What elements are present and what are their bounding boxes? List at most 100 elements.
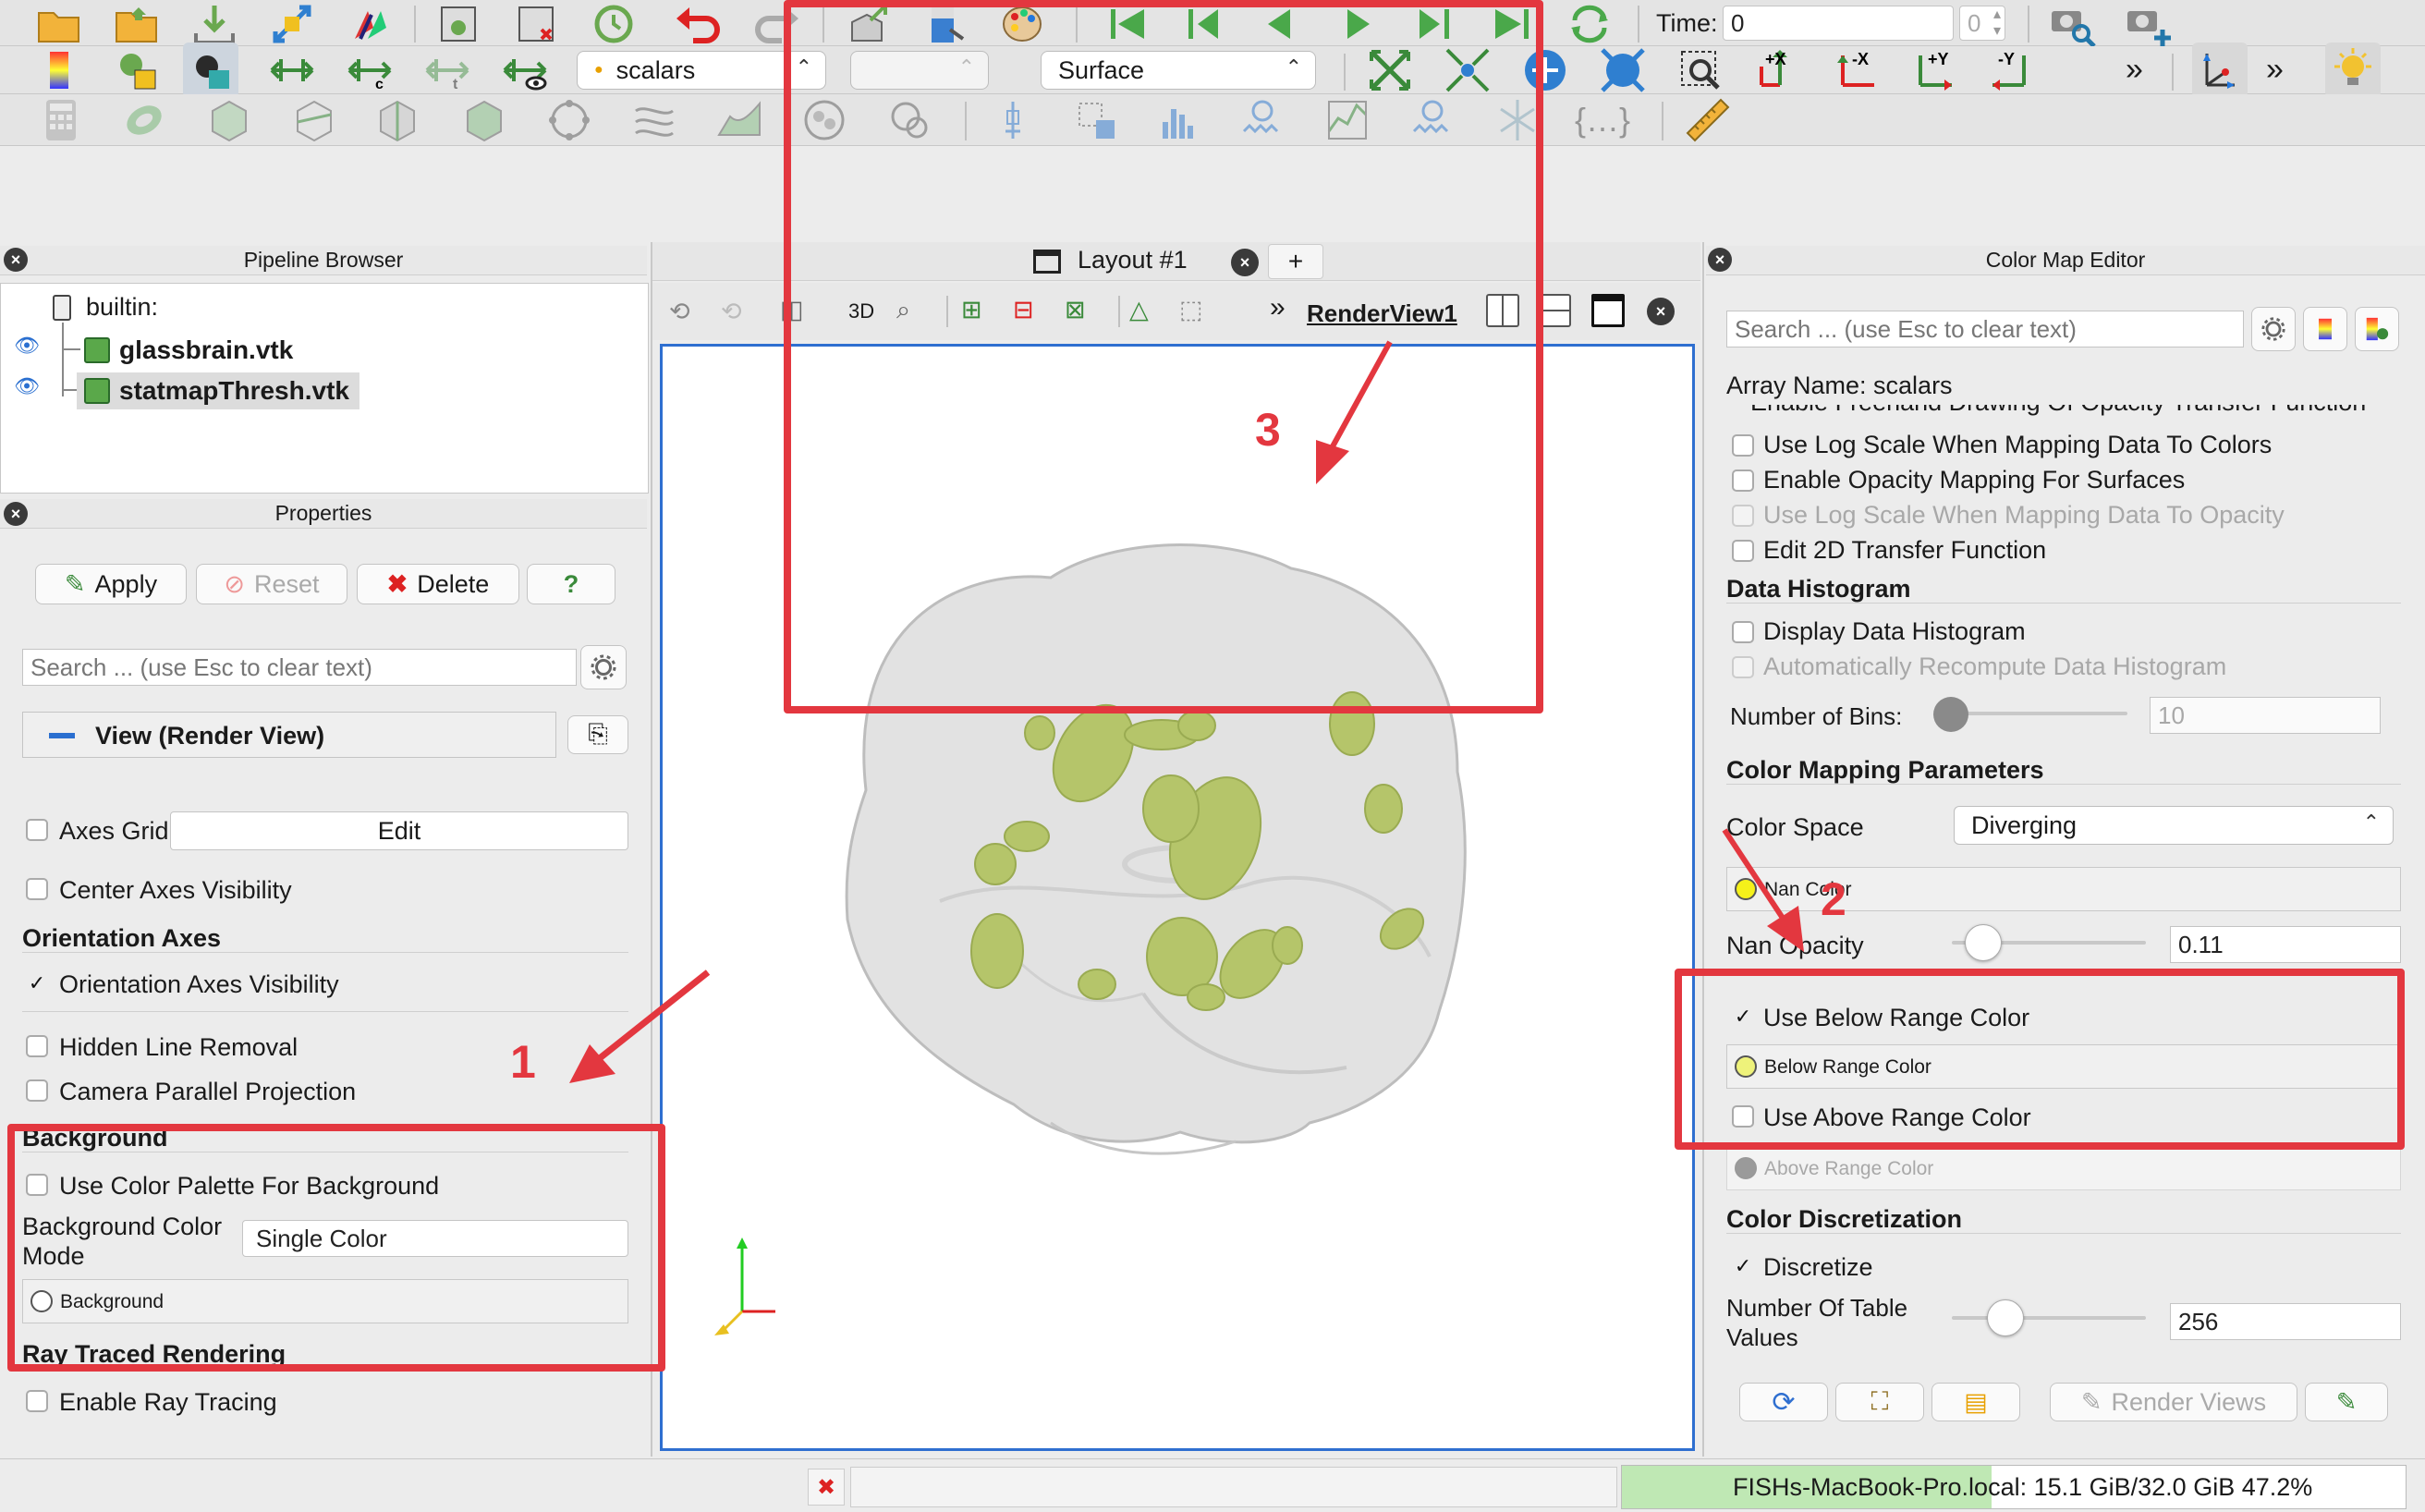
num-bins-slider-track[interactable]	[1952, 712, 2127, 715]
view-plus-y-button[interactable]: +Y	[1906, 43, 1961, 98]
view-minus-x-button[interactable]: -X	[1828, 43, 1883, 98]
close-icon[interactable]: ×	[4, 502, 28, 526]
discretize-checkbox[interactable]: ✓	[1732, 1255, 1754, 1277]
undo-icon[interactable]	[671, 0, 726, 52]
help-button[interactable]: ?	[527, 564, 615, 604]
axes-grid-edit-button[interactable]: Edit	[170, 811, 628, 850]
python-calculator-icon[interactable]: {…}	[1575, 92, 1630, 148]
log-scale-opacity-checkbox[interactable]	[1732, 505, 1754, 527]
copy-icon[interactable]: ⎘	[567, 715, 628, 754]
reset-icon: ⊘	[224, 569, 246, 598]
axes-grid-checkbox[interactable]	[26, 819, 48, 841]
center-axes-checkbox[interactable]	[26, 878, 48, 900]
camera-parallel-label: Camera Parallel Projection	[59, 1078, 357, 1105]
num-table-slider-track[interactable]	[1952, 1316, 2146, 1320]
slice-icon[interactable]	[286, 92, 342, 148]
num-bins-slider-knob[interactable]	[1933, 697, 1968, 732]
rescale-visible-range-icon[interactable]	[497, 43, 553, 98]
view-section-header[interactable]: View (Render View)	[22, 712, 556, 758]
light-kit-icon[interactable]	[2325, 43, 2381, 98]
cme-search-input[interactable]: Search ... (use Esc to clear text)	[1726, 311, 2244, 348]
close-icon[interactable]: ×	[1647, 298, 1675, 325]
delete-button[interactable]: ✖ Delete	[357, 564, 519, 604]
contour-icon[interactable]	[116, 92, 172, 148]
rescale-data-range-icon[interactable]	[264, 43, 320, 98]
hidden-line-checkbox[interactable]	[26, 1035, 48, 1057]
orientation-visibility-checkbox[interactable]: ✓	[26, 972, 48, 994]
reset-button[interactable]: ⊘ Reset	[196, 564, 347, 604]
edit-icon[interactable]: ✎	[2305, 1383, 2388, 1421]
calculator-icon[interactable]	[33, 92, 89, 148]
nan-opacity-input[interactable]: 0.11	[2170, 926, 2401, 963]
opacity-mapping-checkbox[interactable]	[1732, 469, 1754, 492]
add-camera-icon[interactable]	[2120, 0, 2175, 52]
choose-preset-icon[interactable]	[2355, 307, 2399, 351]
edit-2d-checkbox[interactable]	[1732, 540, 1754, 562]
zoom-to-box-icon[interactable]	[1673, 43, 1728, 98]
enable-ray-checkbox[interactable]	[26, 1390, 48, 1412]
reset-camera-icon[interactable]: ⟲	[669, 298, 690, 326]
glyph-icon[interactable]	[542, 92, 597, 148]
eye-visibility-icon[interactable]: 👁	[14, 334, 40, 358]
above-range-color-label: Above Range Color	[1764, 1158, 1934, 1179]
above-range-color-button[interactable]: Above Range Color	[1726, 1146, 2401, 1190]
eye-visibility-icon[interactable]: 👁	[14, 374, 40, 398]
overflow-chevron-icon[interactable]: »	[2126, 52, 2143, 88]
rotate-center-icon[interactable]	[1595, 43, 1651, 98]
annotation-label-1: 1	[510, 1036, 536, 1088]
gear-icon[interactable]	[2251, 307, 2296, 351]
stream-tracer-icon[interactable]	[627, 92, 682, 148]
display-histogram-checkbox[interactable]	[1732, 621, 1754, 643]
extract-subset-icon[interactable]	[457, 92, 512, 148]
nan-opacity-slider-knob[interactable]	[1965, 924, 2002, 961]
threshold-icon[interactable]	[370, 92, 425, 148]
apply-icon: ✎	[64, 569, 86, 598]
close-icon[interactable]: ×	[4, 248, 28, 272]
capture-icon[interactable]: ⟲	[721, 298, 742, 326]
ruler-icon[interactable]	[1680, 92, 1736, 148]
zoom-camera-icon[interactable]	[2044, 0, 2100, 52]
time-input[interactable]: 0	[1723, 6, 1954, 41]
camera-parallel-checkbox[interactable]	[26, 1079, 48, 1102]
apply-button[interactable]: ✎ Apply	[35, 564, 187, 604]
import-folder-icon[interactable]: ▤	[1931, 1383, 2020, 1421]
pipeline-root[interactable]: builtin:	[86, 293, 158, 322]
maximize-icon[interactable]	[1591, 294, 1625, 327]
tree-line	[62, 348, 80, 350]
num-table-values-input[interactable]: 256	[2170, 1303, 2401, 1340]
properties-title: Properties	[274, 501, 372, 525]
refresh-icon[interactable]: ⟳	[1739, 1383, 1828, 1421]
save-preset-icon[interactable]	[2303, 307, 2347, 351]
time-step-spinbox[interactable]: 0 ▴ ▾	[1959, 6, 2005, 41]
warp-by-vector-icon[interactable]	[712, 92, 767, 148]
num-bins-input[interactable]: 10	[2150, 697, 2381, 734]
overflow-chevron-icon-2[interactable]: »	[2266, 52, 2284, 88]
auto-recompute-checkbox[interactable]	[1732, 656, 1754, 678]
log-scale-colors-checkbox[interactable]	[1732, 434, 1754, 457]
pipeline-item-glassbrain[interactable]: glassbrain.vtk	[119, 335, 293, 365]
splitter[interactable]	[1702, 242, 1704, 1457]
toolbar-separator	[2172, 54, 2174, 91]
clear-status-icon[interactable]: ✖	[808, 1469, 845, 1506]
memory-indicator[interactable]: FISHs-MacBook-Pro.local: 15.1 GiB/32.0 G…	[1621, 1465, 2407, 1509]
view-plus-x-button[interactable]: +X	[1750, 43, 1806, 98]
num-table-slider-knob[interactable]	[1987, 1299, 2024, 1336]
gear-icon[interactable]	[580, 645, 627, 689]
color-legend-icon[interactable]	[31, 43, 87, 98]
reset-session-icon[interactable]	[586, 0, 641, 52]
rescale-custom-range-icon[interactable]: c	[342, 43, 397, 98]
clip-icon[interactable]	[201, 92, 257, 148]
view-plus-x-label: +X	[1765, 50, 1786, 68]
divider	[22, 1011, 628, 1012]
render-views-button[interactable]: ✎ Render Views	[2050, 1383, 2297, 1421]
close-icon[interactable]: ×	[1708, 248, 1732, 272]
properties-search-input[interactable]: Search ... (use Esc to clear text)	[22, 649, 577, 686]
rescale-custom-icon[interactable]	[183, 43, 238, 98]
rescale-range-icon[interactable]	[109, 43, 165, 98]
rescale-temporal-icon[interactable]: t	[420, 43, 475, 98]
color-space-combo[interactable]: Diverging ⌃	[1954, 806, 2394, 845]
view-minus-y-button[interactable]: -Y	[1983, 43, 2039, 98]
pipeline-item-statmap[interactable]: statmapThresh.vtk	[119, 376, 349, 406]
export-icon[interactable]: ⛶	[1835, 1383, 1924, 1421]
orientation-axes-icon[interactable]	[2192, 43, 2248, 98]
